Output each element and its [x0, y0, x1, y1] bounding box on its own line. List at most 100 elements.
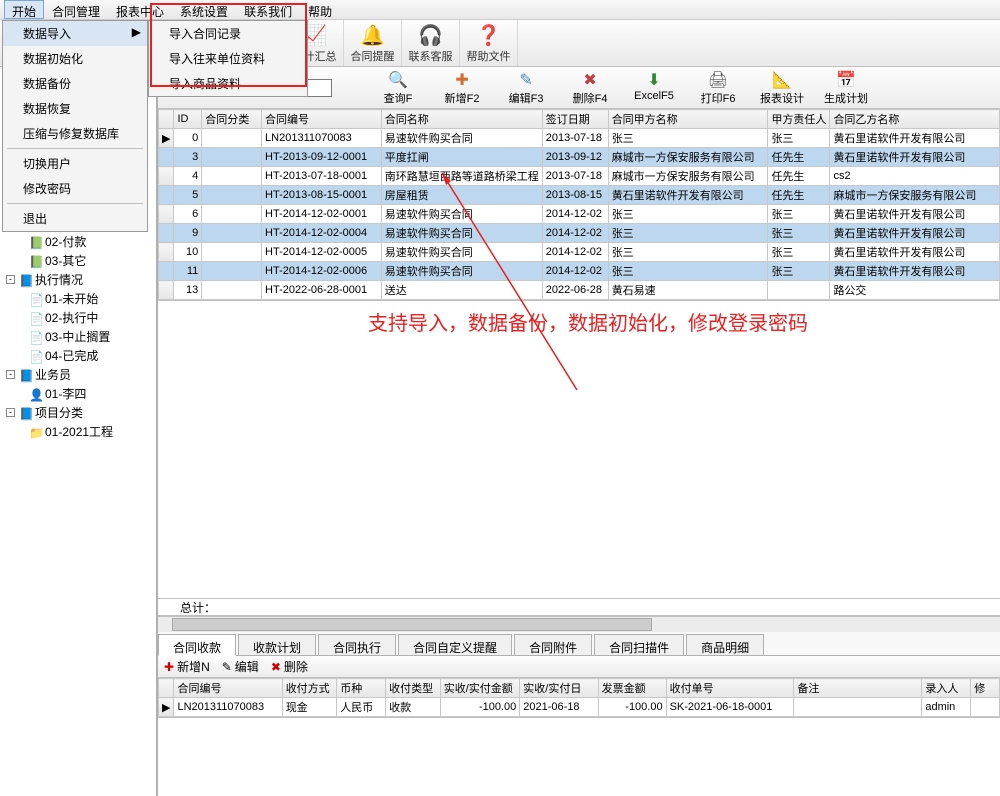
filter-btn-5[interactable]: 🖨打印F6: [686, 70, 750, 106]
tab-1[interactable]: 收款计划: [238, 634, 316, 655]
tab-0[interactable]: 合同收款: [158, 634, 236, 656]
table-row[interactable]: 3HT-2013-09-12-0001平度扛闸2013-09-12麻城市一方保安…: [159, 148, 1000, 167]
table-row[interactable]: 6HT-2014-12-02-0001易速软件购买合同2014-12-02张三张…: [159, 205, 1000, 224]
toolbar-btn-5[interactable]: ❓帮助文件: [460, 20, 518, 66]
col-header[interactable]: 收付方式: [282, 679, 337, 698]
tab-4[interactable]: 合同附件: [514, 634, 592, 655]
col-header[interactable]: 合同乙方名称: [830, 110, 1000, 129]
col-header[interactable]: 修: [971, 679, 1000, 698]
col-header[interactable]: 备注: [794, 679, 922, 698]
mi-change-pwd[interactable]: 修改密码: [3, 176, 147, 201]
filter-btn-4[interactable]: ⬇ExcelF5: [622, 70, 686, 106]
table-row[interactable]: 4HT-2013-07-18-0001南环路慧垣西路等道路桥梁工程2013-07…: [159, 167, 1000, 186]
col-header[interactable]: 录入人: [922, 679, 971, 698]
filter-btn-0[interactable]: 🔍查询F: [366, 70, 430, 106]
tree-icon: 📗: [29, 236, 43, 248]
col-header[interactable]: 合同名称: [381, 110, 542, 129]
filter-btn-3[interactable]: ✖删除F4: [558, 70, 622, 106]
col-header[interactable]: 合同甲方名称: [608, 110, 768, 129]
toolbar-btn-4[interactable]: 🎧联系客服: [402, 20, 460, 66]
filter-icon-3: ✖: [558, 70, 622, 90]
tree-expander[interactable]: -: [6, 275, 15, 284]
tree-icon: 👤: [29, 388, 43, 400]
tab-6[interactable]: 商品明细: [686, 634, 764, 655]
submenu-arrow-icon: ▶: [132, 25, 141, 39]
col-header[interactable]: 收付单号: [666, 679, 794, 698]
table-row[interactable]: 5HT-2013-08-15-0001房屋租赁2013-08-15黄石里诺软件开…: [159, 186, 1000, 205]
tree-node[interactable]: 📄02-执行中: [4, 308, 156, 327]
start-menu-dropdown: 数据导入▶ 数据初始化 数据备份 数据恢复 压缩与修复数据库 切换用户 修改密码…: [2, 20, 148, 232]
tree-expander[interactable]: -: [6, 370, 15, 379]
col-header[interactable]: 合同编号: [174, 679, 282, 698]
mi-data-restore[interactable]: 数据恢复: [3, 96, 147, 121]
col-header[interactable]: 合同编号: [262, 110, 382, 129]
menu-settings[interactable]: 系统设置: [172, 0, 236, 19]
filter-btn-7[interactable]: 📅生成计划: [814, 70, 878, 106]
detail-tabs: 合同收款收款计划合同执行合同自定义提醒合同附件合同扫描件商品明细: [158, 632, 1000, 656]
table-row[interactable]: 13HT-2022-06-28-0001送达2022-06-28黄石易速路公交: [159, 281, 1000, 300]
tree-node[interactable]: 📁01-2021工程: [4, 422, 156, 441]
tree-icon: 📄: [29, 331, 43, 343]
mi-import-goods[interactable]: 导入商品资料: [149, 71, 307, 96]
tree-node[interactable]: -📘执行情况: [4, 270, 156, 289]
filter-icon-4: ⬇: [622, 70, 686, 90]
menu-start[interactable]: 开始: [4, 0, 44, 19]
menu-contact[interactable]: 联系我们: [236, 0, 300, 19]
mi-data-backup[interactable]: 数据备份: [3, 71, 147, 96]
tree-icon: 📄: [29, 293, 43, 305]
table-row[interactable]: ▶LN201311070083现金人民币收款-100.002021-06-18-…: [159, 698, 1000, 717]
menubar: 开始 合同管理 报表中心 系统设置 联系我们 帮助: [0, 0, 1000, 20]
table-row[interactable]: ▶0LN201311070083易速软件购买合同2013-07-18张三张三黄石…: [159, 129, 1000, 148]
payment-grid[interactable]: 合同编号收付方式币种收付类型实收/实付金额实收/实付日发票金额收付单号备注录入人…: [158, 678, 1000, 718]
tree-icon: 📘: [19, 369, 33, 381]
contract-grid[interactable]: ID合同分类合同编号合同名称签订日期合同甲方名称甲方责任人合同乙方名称▶0LN2…: [158, 109, 1000, 301]
tree-node[interactable]: 👤01-李四: [4, 384, 156, 403]
toolbar-icon-5: ❓: [460, 22, 517, 48]
col-header[interactable]: 收付类型: [386, 679, 441, 698]
menu-help[interactable]: 帮助: [300, 0, 340, 19]
add-button[interactable]: ✚新增N: [164, 658, 210, 675]
delete-button[interactable]: ✖删除: [271, 658, 308, 675]
mi-exit[interactable]: 退出: [3, 206, 147, 231]
tree-node[interactable]: 📗02-付款: [4, 232, 156, 251]
filter-btn-1[interactable]: ✚新增F2: [430, 70, 494, 106]
h-scrollbar[interactable]: [158, 616, 1000, 632]
mi-import-partner[interactable]: 导入往来单位资料: [149, 46, 307, 71]
col-header[interactable]: 发票金额: [598, 679, 666, 698]
tree-node[interactable]: 📗03-其它: [4, 251, 156, 270]
mi-data-import[interactable]: 数据导入▶: [3, 21, 147, 46]
col-header[interactable]: ID: [174, 110, 202, 129]
col-header[interactable]: 实收/实付金额: [440, 679, 520, 698]
col-header[interactable]: 签订日期: [542, 110, 608, 129]
tree-node[interactable]: 📄04-已完成: [4, 346, 156, 365]
mi-import-contract[interactable]: 导入合同记录: [149, 21, 307, 46]
tab-3[interactable]: 合同自定义提醒: [398, 634, 512, 655]
filter-btn-2[interactable]: ✎编辑F3: [494, 70, 558, 106]
col-header[interactable]: 甲方责任人: [768, 110, 830, 129]
toolbar-icon-3: 🔔: [344, 22, 401, 48]
tree-icon: 📁: [29, 426, 43, 438]
mi-compress-repair[interactable]: 压缩与修复数据库: [3, 121, 147, 146]
tree-node[interactable]: 📄03-中止搁置: [4, 327, 156, 346]
table-row[interactable]: 9HT-2014-12-02-0004易速软件购买合同2014-12-02张三张…: [159, 224, 1000, 243]
table-row[interactable]: 10HT-2014-12-02-0005易速软件购买合同2014-12-02张三…: [159, 243, 1000, 262]
col-header[interactable]: 币种: [337, 679, 386, 698]
mi-switch-user[interactable]: 切换用户: [3, 151, 147, 176]
filter-btn-6[interactable]: 📐报表设计: [750, 70, 814, 106]
tab-2[interactable]: 合同执行: [318, 634, 396, 655]
mi-data-init[interactable]: 数据初始化: [3, 46, 147, 71]
tree-node[interactable]: -📘业务员: [4, 365, 156, 384]
tree-node[interactable]: -📘项目分类: [4, 403, 156, 422]
table-row[interactable]: 11HT-2014-12-02-0006易速软件购买合同2014-12-02张三…: [159, 262, 1000, 281]
menu-report[interactable]: 报表中心: [108, 0, 172, 19]
tab-5[interactable]: 合同扫描件: [594, 634, 684, 655]
tree-node[interactable]: 📄01-未开始: [4, 289, 156, 308]
toolbar-btn-3[interactable]: 🔔合同提醒: [344, 20, 402, 66]
filter-icon-1: ✚: [430, 70, 494, 90]
tree-icon: 📘: [19, 274, 33, 286]
menu-contract[interactable]: 合同管理: [44, 0, 108, 19]
col-header[interactable]: 实收/实付日: [520, 679, 598, 698]
edit-button[interactable]: ✎编辑: [222, 658, 259, 675]
col-header[interactable]: 合同分类: [202, 110, 262, 129]
tree-expander[interactable]: -: [6, 408, 15, 417]
